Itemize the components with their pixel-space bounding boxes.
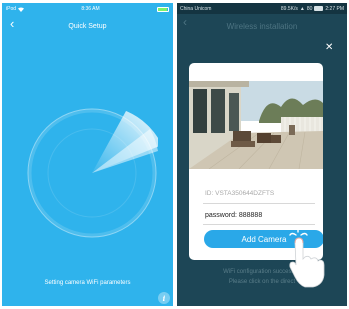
battery-icon bbox=[157, 6, 169, 12]
radar-scan-graphic bbox=[27, 108, 158, 238]
tap-hand-icon bbox=[289, 229, 325, 288]
status-bar: iPod 8:36 AM bbox=[2, 3, 173, 15]
camera-id-label: ID: VSTA350644DZFTS bbox=[205, 190, 275, 197]
quick-setup-screen: iPod 8:36 AM ‹ Quick Setup Setting camer… bbox=[2, 3, 173, 306]
status-time: 8:36 AM bbox=[81, 6, 100, 12]
close-icon[interactable]: ✕ bbox=[325, 43, 333, 53]
signal-icon: ▲ bbox=[299, 5, 305, 12]
divider bbox=[203, 203, 315, 204]
status-caption: Setting camera WiFi parameters bbox=[44, 280, 131, 286]
carrier-label: iPod bbox=[6, 6, 17, 12]
camera-password-label: password: 888888 bbox=[205, 212, 263, 219]
info-icon[interactable]: i bbox=[158, 292, 170, 304]
divider bbox=[203, 224, 315, 225]
page-title: Wireless installation bbox=[226, 22, 298, 31]
carrier-label: China Unicom bbox=[180, 5, 212, 12]
page-title: Quick Setup bbox=[68, 23, 107, 30]
network-speed: 89.5K/s bbox=[280, 5, 298, 12]
status-bar: China Unicom 89.5K/s ▲ 80 2:27 PM bbox=[177, 3, 347, 14]
status-time: 2:27 PM bbox=[325, 5, 344, 12]
camera-preview-image bbox=[189, 81, 323, 169]
wireless-installation-screen: China Unicom 89.5K/s ▲ 80 2:27 PM ‹ Wire… bbox=[177, 3, 347, 306]
battery-icon bbox=[314, 6, 324, 11]
wifi-icon bbox=[18, 7, 25, 12]
battery-level: 80 bbox=[306, 5, 313, 12]
